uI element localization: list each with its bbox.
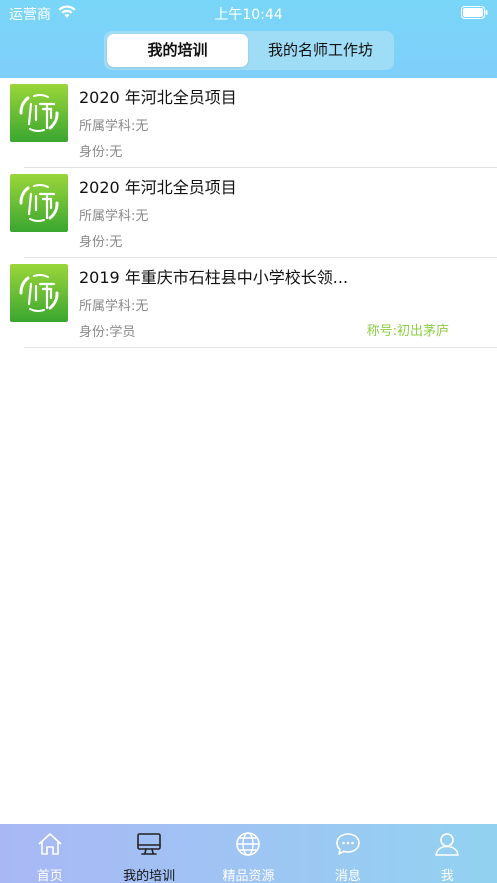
segmented-control: 我的培训 我的名师工作坊: [104, 31, 394, 70]
monitor-icon: [137, 833, 161, 855]
tab-my-workshop[interactable]: 我的名师工作坊: [250, 34, 391, 67]
project-subject: 所属学科:无: [79, 119, 149, 134]
tab-messages[interactable]: 消息: [298, 824, 397, 883]
project-subject: 所属学科:无: [79, 299, 149, 314]
tab-me[interactable]: 我: [398, 824, 497, 883]
battery-icon: [461, 6, 488, 19]
tab-home-label: 首页: [36, 869, 63, 883]
project-role: 身份:无: [79, 235, 123, 250]
divider: [24, 347, 497, 348]
project-title: 2020 年河北全员项目: [79, 88, 237, 107]
status-time: 上午10:44: [214, 7, 283, 23]
teacher-logo-icon: [10, 174, 68, 232]
tab-my-training-bottom[interactable]: 我的培训: [99, 824, 198, 883]
tab-me-label: 我: [440, 869, 454, 883]
project-role: 身份:无: [79, 145, 123, 160]
user-icon: [435, 833, 460, 856]
project-title: 2019 年重庆市石柱县中小学校长领...: [79, 268, 349, 287]
list-item[interactable]: 2020 年河北全员项目 所属学科:无 身份:无: [0, 78, 497, 168]
header: 运营商 上午10:44 我的培训 我的名师工作坊: [0, 0, 497, 78]
project-subject: 所属学科:无: [79, 209, 149, 224]
globe-icon: [236, 832, 261, 856]
tab-home[interactable]: 首页: [0, 824, 99, 883]
chat-bubble-icon: [336, 833, 360, 855]
tab-resources[interactable]: 精品资源: [199, 824, 298, 883]
training-list: 2020 年河北全员项目 所属学科:无 身份:无 2020 年河北全员项目 所属…: [0, 78, 497, 348]
tab-resources-label: 精品资源: [222, 869, 275, 883]
home-icon: [38, 833, 62, 855]
teacher-logo-icon: [10, 264, 68, 322]
project-title: 2020 年河北全员项目: [79, 178, 237, 197]
teacher-logo-icon: [10, 84, 68, 142]
tab-my-training-label: 我的培训: [123, 869, 176, 883]
tab-my-training[interactable]: 我的培训: [107, 34, 248, 67]
rank-badge: 称号:初出茅庐: [366, 324, 449, 339]
list-item[interactable]: 2019 年重庆市石柱县中小学校长领... 所属学科:无 身份:学员 称号:初出…: [0, 258, 497, 348]
bottom-tab-bar: 首页 我的培训 精品资源 消息 我: [0, 824, 497, 883]
project-role: 身份:学员: [79, 325, 136, 340]
tab-messages-label: 消息: [334, 869, 361, 883]
status-bar: 运营商 上午10:44: [0, 0, 497, 26]
list-item[interactable]: 2020 年河北全员项目 所属学科:无 身份:无: [0, 168, 497, 258]
